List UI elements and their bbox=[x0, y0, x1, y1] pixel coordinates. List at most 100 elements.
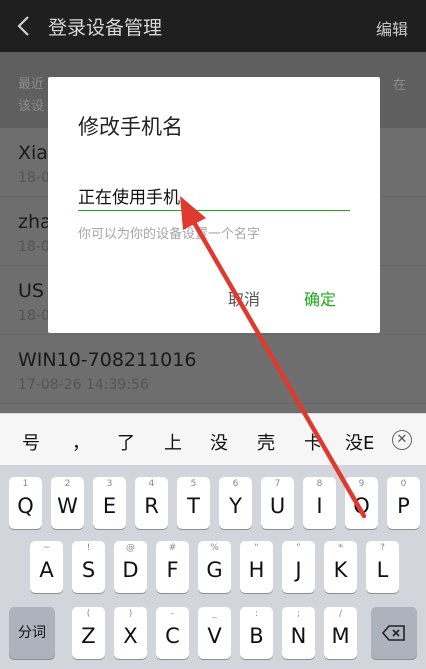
key-label: Y bbox=[229, 494, 242, 518]
key-sub-label: " bbox=[254, 543, 259, 553]
key-label: X bbox=[123, 624, 138, 648]
device-time: 17-08-26 14:39:56 bbox=[18, 377, 149, 393]
key-sub-label: ; bbox=[296, 609, 301, 619]
key-label: U bbox=[269, 494, 286, 518]
device-name-input[interactable] bbox=[78, 181, 350, 211]
device-name: zha bbox=[18, 211, 52, 233]
key-c[interactable]: -C bbox=[156, 607, 189, 659]
segment-button[interactable]: 分词 bbox=[9, 607, 55, 659]
key-label: O bbox=[353, 494, 370, 518]
close-icon[interactable]: ✕ bbox=[392, 430, 412, 450]
key-d[interactable]: @ D bbox=[114, 541, 147, 593]
key-label: L bbox=[376, 558, 389, 582]
key-label: P bbox=[397, 494, 410, 518]
key-label: A bbox=[39, 558, 54, 582]
key-sub-label: 3 bbox=[106, 479, 113, 489]
key-q[interactable]: 1Q bbox=[9, 477, 42, 529]
device-name: Xia bbox=[18, 142, 48, 164]
key-sub-label: * bbox=[338, 543, 343, 553]
key-label: V bbox=[207, 624, 222, 648]
key-w[interactable]: 2W bbox=[51, 477, 84, 529]
key-sub-label: ) bbox=[128, 609, 133, 619]
key-label: I bbox=[316, 494, 323, 518]
key-label: D bbox=[122, 558, 139, 582]
device-name: US bbox=[18, 280, 44, 302]
top-bar: 登录设备管理 编辑 bbox=[0, 0, 426, 52]
device-time: 18-0 bbox=[18, 308, 50, 324]
key-k[interactable]: * K bbox=[324, 541, 357, 593]
device-time: 18-0 bbox=[18, 239, 50, 255]
key-label: N bbox=[290, 624, 307, 648]
key-a[interactable]: ~ A bbox=[30, 541, 63, 593]
key-label: G bbox=[206, 558, 223, 582]
key-label: B bbox=[249, 624, 264, 648]
candidate-item[interactable]: ， bbox=[72, 429, 90, 455]
key-b[interactable]: :B bbox=[240, 607, 273, 659]
key-sub-label: " bbox=[296, 543, 301, 553]
candidate-item[interactable]: 没 bbox=[210, 429, 228, 455]
key-sub-label: 5 bbox=[190, 479, 197, 489]
key-sub-label: ( bbox=[86, 609, 91, 619]
key-p[interactable]: 0P bbox=[387, 477, 420, 529]
page-title: 登录设备管理 bbox=[48, 17, 163, 39]
key-sub-label: 6 bbox=[232, 479, 239, 489]
key-label: J bbox=[295, 558, 302, 582]
key-y[interactable]: 6Y bbox=[219, 477, 252, 529]
key-z[interactable]: (Z bbox=[72, 607, 105, 659]
candidate-item[interactable]: 号 bbox=[22, 429, 40, 455]
key-j[interactable]: " J bbox=[282, 541, 315, 593]
key-sub-label: % bbox=[210, 543, 219, 553]
back-icon[interactable] bbox=[16, 15, 32, 37]
key-label: W bbox=[57, 494, 78, 518]
candidate-item[interactable]: 没E bbox=[345, 429, 374, 455]
key-g[interactable]: % G bbox=[198, 541, 231, 593]
cancel-button[interactable]: 取消 bbox=[228, 286, 260, 310]
key-h[interactable]: " H bbox=[240, 541, 273, 593]
key-x[interactable]: ) X bbox=[114, 607, 147, 659]
candidate-item[interactable]: 壳 bbox=[257, 429, 275, 455]
keyboard: 1Q 2W 3E 4R 5T 6Y 7U 8I 9O 0P ~ A ! S @ D #… bbox=[0, 465, 426, 669]
candidate-item[interactable]: 上 bbox=[164, 429, 182, 455]
key-label: K bbox=[333, 558, 348, 582]
key-f[interactable]: # F bbox=[156, 541, 189, 593]
key-sub-label: : bbox=[254, 609, 259, 619]
backspace-icon bbox=[381, 625, 405, 641]
rename-dialog: 修改手机名 你可以为你的设备设置一个名字 取消 确定 bbox=[48, 77, 380, 333]
key-sub-label: / bbox=[338, 609, 343, 619]
key-sub-label: 2 bbox=[64, 479, 71, 489]
key-sub-label: 0 bbox=[400, 479, 407, 489]
key-sub-label: 4 bbox=[148, 479, 155, 489]
confirm-button[interactable]: 确定 bbox=[304, 286, 336, 310]
key-s[interactable]: ! S bbox=[72, 541, 105, 593]
key-label: M bbox=[331, 624, 350, 648]
key-sub-label: @ bbox=[126, 543, 135, 553]
key-sub-label: ! bbox=[86, 543, 91, 553]
edit-button[interactable]: 编辑 bbox=[376, 16, 408, 40]
key-label: H bbox=[248, 558, 265, 582]
key-sub-label: ? bbox=[380, 543, 385, 553]
key-sub-label: 1 bbox=[22, 479, 29, 489]
key-o[interactable]: 9O bbox=[345, 477, 378, 529]
key-label: Z bbox=[81, 624, 96, 648]
hint-right-fragment: 在 bbox=[392, 78, 406, 93]
key-i[interactable]: 8I bbox=[303, 477, 336, 529]
candidate-bar: 号 ， 了 上 没 壳 卡 没E ✕ bbox=[0, 413, 426, 465]
key-r[interactable]: 4R bbox=[135, 477, 168, 529]
list-item[interactable]: WIN10-708211016 17-08-26 14:39:56 bbox=[0, 335, 426, 404]
key-sub-label: _ bbox=[212, 609, 217, 619]
device-name: WIN10-708211016 bbox=[18, 349, 197, 371]
key-v[interactable]: _ V bbox=[198, 607, 231, 659]
candidate-item[interactable]: 了 bbox=[117, 429, 135, 455]
key-l[interactable]: ? L bbox=[366, 541, 399, 593]
key-u[interactable]: 7U bbox=[261, 477, 294, 529]
key-t[interactable]: 5T bbox=[177, 477, 210, 529]
key-sub-label: ~ bbox=[42, 543, 51, 553]
key-sub-label: 8 bbox=[316, 479, 323, 489]
backspace-button[interactable] bbox=[371, 607, 417, 659]
key-sub-label: - bbox=[170, 609, 175, 619]
candidate-item[interactable]: 卡 bbox=[304, 429, 322, 455]
key-m[interactable]: / M bbox=[324, 607, 357, 659]
key-label: T bbox=[187, 494, 200, 518]
key-n[interactable]: ; N bbox=[282, 607, 315, 659]
key-e[interactable]: 3E bbox=[93, 477, 126, 529]
